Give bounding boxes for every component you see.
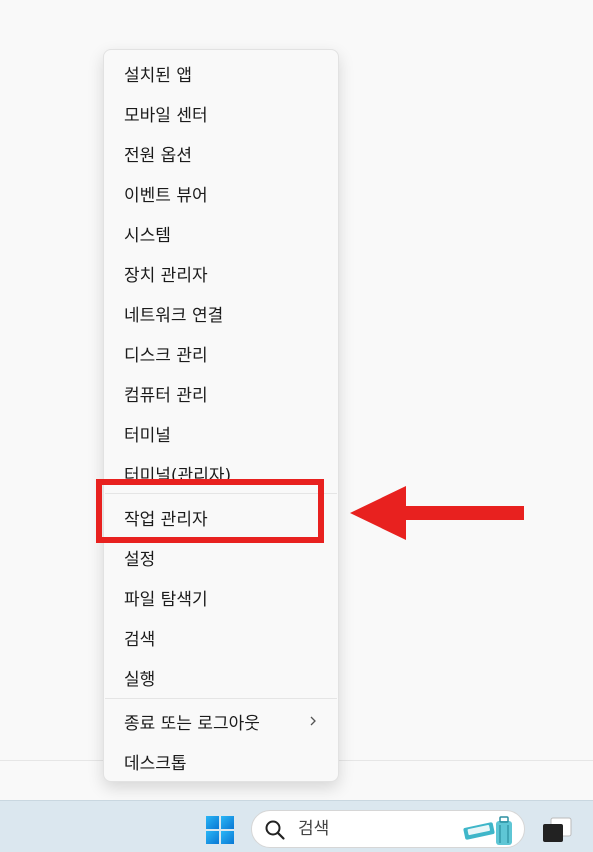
menu-item-label: 모바일 센터 [124, 105, 208, 126]
windows-logo-icon[interactable] [205, 815, 235, 845]
menu-item-label: 컴퓨터 관리 [124, 385, 208, 406]
menu-item-power-options[interactable]: 전원 옵션 [104, 138, 338, 168]
menu-item-label: 설치된 앱 [124, 65, 192, 86]
taskbar: 검색 [0, 800, 593, 852]
pointer-arrow [350, 486, 524, 540]
menu-item-label: 전원 옵션 [124, 145, 192, 166]
menu-item-search[interactable]: 검색 [104, 622, 338, 652]
menu-item-device-manager[interactable]: 장치 관리자 [104, 258, 338, 288]
menu-item-network-connections[interactable]: 네트워크 연결 [104, 298, 338, 328]
menu-item-computer-management[interactable]: 컴퓨터 관리 [104, 378, 338, 408]
menu-item-label: 시스템 [124, 225, 171, 246]
search-icon [265, 820, 285, 840]
menu-item-label: 종료 또는 로그아웃 [124, 713, 260, 734]
menu-item-event-viewer[interactable]: 이벤트 뷰어 [104, 178, 338, 208]
menu-item-run[interactable]: 실행 [104, 662, 338, 692]
menu-item-shutdown-signout[interactable]: 종료 또는 로그아웃 [104, 706, 338, 736]
menu-item-label: 디스크 관리 [124, 345, 208, 366]
menu-item-installed-apps[interactable]: 설치된 앱 [104, 58, 338, 88]
menu-separator [105, 698, 337, 699]
task-view-icon[interactable] [540, 815, 574, 845]
power-user-menu: 설치된 앱 모바일 센터 전원 옵션 이벤트 뷰어 시스템 장치 관리자 네트워… [103, 49, 339, 782]
menu-item-terminal[interactable]: 터미널 [104, 418, 338, 448]
menu-item-label: 이벤트 뷰어 [124, 185, 208, 206]
chevron-right-icon [310, 716, 316, 726]
menu-item-label: 실행 [124, 669, 156, 690]
menu-item-label: 파일 탐색기 [124, 589, 208, 610]
search-placeholder: 검색 [298, 819, 330, 839]
menu-item-label: 장치 관리자 [124, 265, 208, 286]
menu-item-label: 터미널 [124, 425, 171, 446]
menu-item-mobility-center[interactable]: 모바일 센터 [104, 98, 338, 128]
menu-item-disk-management[interactable]: 디스크 관리 [104, 338, 338, 368]
taskbar-search-box[interactable]: 검색 [251, 810, 525, 848]
highlight-box [96, 479, 324, 543]
menu-item-label: 네트워크 연결 [124, 305, 224, 326]
menu-item-desktop[interactable]: 데스크톱 [104, 746, 338, 776]
menu-item-system[interactable]: 시스템 [104, 218, 338, 248]
menu-item-label: 설정 [124, 549, 156, 570]
menu-item-file-explorer[interactable]: 파일 탐색기 [104, 582, 338, 612]
travel-suitcase-icon [463, 816, 512, 845]
menu-item-settings[interactable]: 설정 [104, 542, 338, 572]
menu-item-label: 데스크톱 [124, 753, 187, 774]
menu-item-label: 검색 [124, 629, 156, 650]
